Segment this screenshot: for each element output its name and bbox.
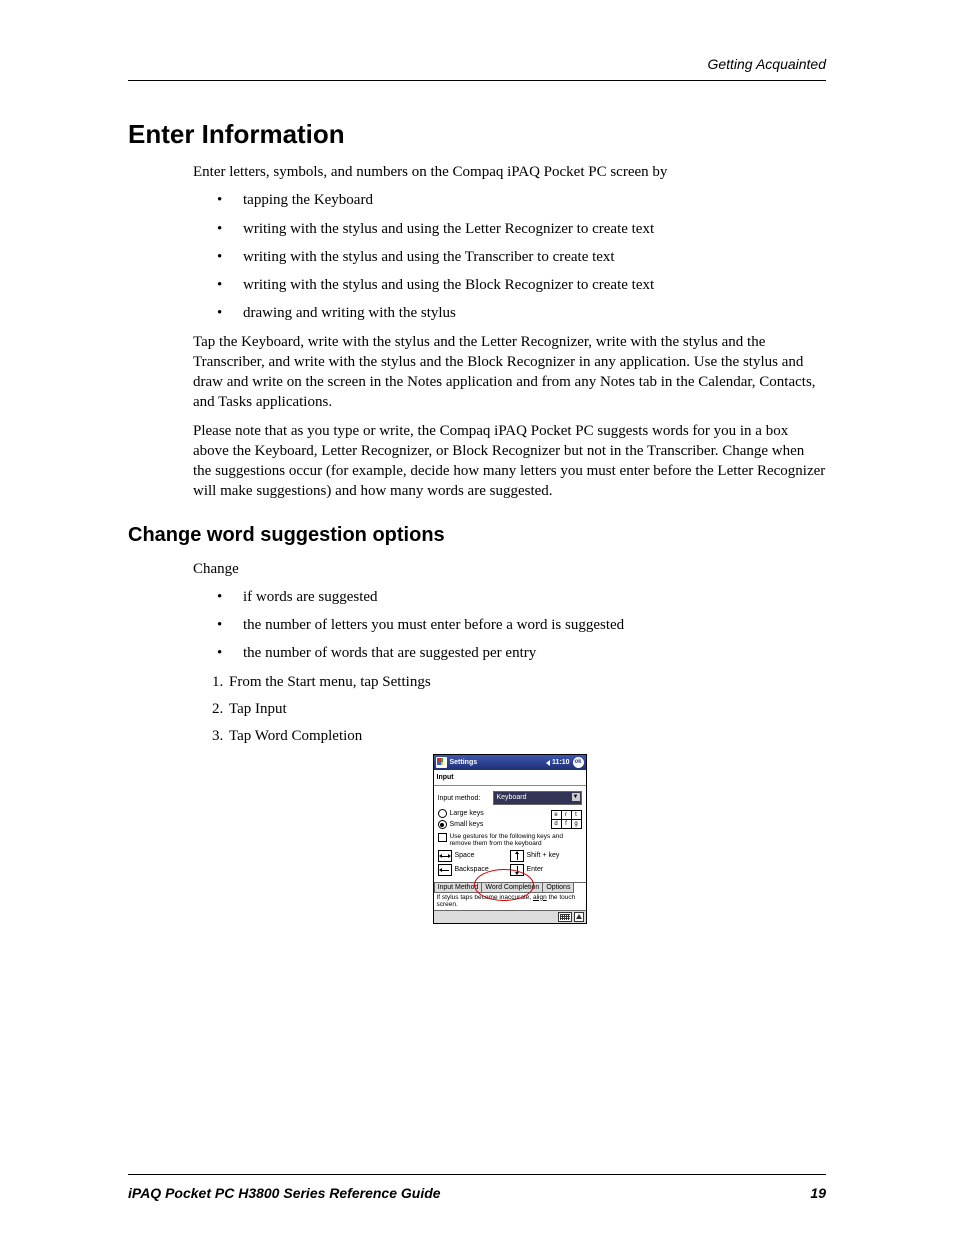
- keycap: g: [572, 820, 582, 829]
- footer-title: iPAQ Pocket PC H3800 Series Reference Gu…: [128, 1185, 441, 1201]
- backspace-gesture-icon: [438, 864, 452, 876]
- align-link[interactable]: align: [533, 894, 547, 901]
- titlebar-time: 11:10: [552, 759, 570, 766]
- paragraph: Tap the Keyboard, write with the stylus …: [193, 332, 826, 413]
- list-item: drawing and writing with the stylus: [217, 303, 826, 323]
- change-label: Change: [193, 559, 826, 579]
- paragraph: Please note that as you type or write, t…: [193, 421, 826, 502]
- page-title: Enter Information: [128, 119, 826, 150]
- list-item: Tap Input: [227, 699, 826, 719]
- steps-list: From the Start menu, tap Settings Tap In…: [205, 672, 826, 747]
- shift-gesture-icon: [510, 850, 524, 862]
- small-keys-radio[interactable]: [438, 820, 447, 829]
- backspace-label: Backspace: [455, 866, 489, 873]
- intro-paragraph: Enter letters, symbols, and numbers on t…: [193, 162, 826, 182]
- large-keys-label: Large keys: [450, 810, 484, 817]
- space-label: Space: [455, 852, 475, 859]
- use-gestures-checkbox[interactable]: [438, 833, 447, 842]
- list-item: tapping the Keyboard: [217, 190, 826, 210]
- keycap: f: [562, 820, 572, 829]
- space-gesture-icon: [438, 850, 452, 862]
- speaker-icon[interactable]: [546, 760, 550, 766]
- page-number: 19: [810, 1185, 826, 1201]
- bottom-bar: [434, 910, 586, 923]
- keycap: e: [551, 810, 562, 820]
- list-item: writing with the stylus and using the Tr…: [217, 247, 826, 267]
- keyboard-icon[interactable]: [558, 912, 572, 922]
- settings-screenshot: Settings 11:10 ok Input Input method: Ke…: [433, 754, 587, 923]
- list-item: the number of letters you must enter bef…: [217, 615, 826, 635]
- hint-text: If stylus taps become inaccurate,: [437, 894, 533, 901]
- use-gestures-label: Use gestures for the following keys and …: [450, 833, 582, 847]
- start-icon[interactable]: [436, 757, 447, 768]
- list-item: writing with the stylus and using the Le…: [217, 219, 826, 239]
- keycap: d: [551, 820, 562, 829]
- large-keys-radio[interactable]: [438, 809, 447, 818]
- section-subtitle: Change word suggestion options: [128, 524, 826, 547]
- list-item: From the Start menu, tap Settings: [227, 672, 826, 692]
- tab-word-completion[interactable]: Word Completion: [481, 883, 543, 893]
- list-item: if words are suggested: [217, 587, 826, 607]
- section-header: Getting Acquainted: [128, 56, 826, 81]
- keycap-preview: e r t d f g: [551, 810, 582, 829]
- enter-label: Enter: [527, 866, 544, 873]
- small-keys-label: Small keys: [450, 821, 484, 828]
- change-list: if words are suggested the number of let…: [193, 587, 826, 664]
- input-method-label: Input method:: [438, 795, 490, 802]
- list-item: Tap Word Completion: [227, 726, 826, 746]
- input-method-value: Keyboard: [497, 793, 527, 803]
- titlebar: Settings 11:10 ok: [434, 755, 586, 770]
- input-method-select[interactable]: Keyboard ▼: [493, 791, 582, 805]
- align-hint: If stylus taps become inaccurate, align …: [434, 893, 586, 910]
- keycap: t: [572, 810, 582, 820]
- list-item: writing with the stylus and using the Bl…: [217, 275, 826, 295]
- sip-up-icon[interactable]: [574, 912, 584, 922]
- tab-options[interactable]: Options: [542, 883, 574, 893]
- ok-button[interactable]: ok: [573, 757, 584, 768]
- tab-input-method[interactable]: Input Method: [434, 883, 483, 893]
- footer-rule: [128, 1174, 826, 1175]
- list-item: the number of words that are suggested p…: [217, 643, 826, 663]
- enter-methods-list: tapping the Keyboard writing with the st…: [193, 190, 826, 323]
- titlebar-title: Settings: [450, 759, 478, 766]
- shift-label: Shift + key: [527, 852, 560, 859]
- enter-gesture-icon: [510, 864, 524, 876]
- chevron-down-icon[interactable]: ▼: [572, 793, 580, 801]
- keycap: r: [562, 810, 572, 820]
- app-label: Input: [434, 770, 586, 786]
